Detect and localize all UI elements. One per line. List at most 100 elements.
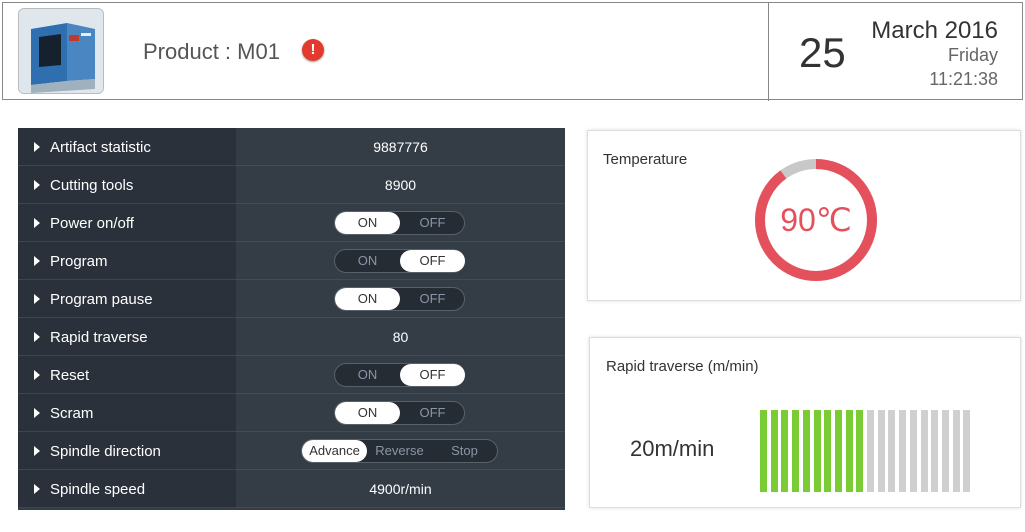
meter-segment [867,410,874,492]
row-value-cell: Advance Reverse Stop [236,432,565,470]
row-value-cell: 4900r/min [236,470,565,508]
row-value-cell: 8900 [236,166,565,204]
row-value-cell: ON OFF [236,280,565,318]
option-on[interactable]: ON [335,364,400,386]
product-title: Product : M01 [143,39,280,64]
date-weekday: Friday [947,45,998,65]
meter-segment [963,410,971,492]
row-value-cell: 80 [236,318,565,356]
meter-segment [792,410,800,492]
option-on[interactable]: ON [335,250,400,272]
meter-segment [899,410,907,492]
alert-icon[interactable]: ! [302,39,324,61]
meter-segment [909,410,917,492]
on-off-toggle[interactable]: ON OFF [334,287,465,311]
header-bar: Product : M01 ! 25 March 2016 Friday 11:… [2,2,1023,101]
option-reverse[interactable]: Reverse [367,440,432,462]
expand-arrow-icon [34,370,40,380]
control-row: Spindle direction Advance Reverse Stop [18,432,565,470]
meter-segment [802,410,810,492]
temperature-card: Temperature 90℃ [587,130,1021,301]
control-row: Scram ON OFF [18,394,565,432]
row-label: Spindle direction [50,443,161,460]
meter-segment [770,410,778,492]
control-row: Artifact statistic 9887776 [18,128,565,166]
option-off[interactable]: OFF [400,250,465,272]
expand-arrow-icon [34,218,40,228]
row-label: Scram [50,405,94,422]
machine-control-panel: Artifact statistic 9887776 Cutting tools 89… [18,128,565,510]
expand-arrow-icon [34,332,40,342]
option-off[interactable]: OFF [400,288,465,310]
meter-segment [877,410,885,492]
row-label: Program pause [50,291,153,308]
expand-arrow-icon [34,408,40,418]
meter-segment [888,410,896,492]
rapid-traverse-title: Rapid traverse (m/min) [606,358,759,375]
on-off-toggle[interactable]: ON OFF [334,249,465,273]
row-label-cell[interactable]: Scram [18,394,236,432]
date-day: 25 [799,29,846,76]
row-label-cell[interactable]: Rapid traverse [18,318,236,356]
direction-segmented-control[interactable]: Advance Reverse Stop [301,439,498,463]
row-label-cell[interactable]: Spindle speed [18,470,236,508]
meter-segment [931,410,939,492]
row-value-cell: ON OFF [236,204,565,242]
date-month-year: March 2016 [871,17,998,44]
control-row: Power on/off ON OFF [18,204,565,242]
meter-segment [920,410,928,492]
row-label: Program [50,253,108,270]
expand-arrow-icon [34,142,40,152]
rapid-traverse-value: 20m/min [630,436,715,461]
row-label: Reset [50,367,90,384]
row-value-cell: ON OFF [236,242,565,280]
row-label-cell[interactable]: Program pause [18,280,236,318]
row-label-cell[interactable]: Power on/off [18,204,236,242]
row-label: Power on/off [50,215,134,232]
row-value: 4900r/min [369,481,432,497]
meter-segment [813,410,821,492]
row-label: Spindle speed [50,481,146,498]
control-row: Spindle speed 4900r/min [18,470,565,508]
clock-time: 11:21:38 [929,69,998,89]
meter-segment [941,410,949,492]
on-off-toggle[interactable]: ON OFF [334,363,465,387]
control-row: Reset ON OFF [18,356,565,394]
meter-segment [781,410,789,492]
row-value-cell: ON OFF [236,394,565,432]
row-label-cell[interactable]: Artifact statistic [18,128,236,166]
header-divider [768,3,769,101]
option-off[interactable]: OFF [400,402,465,424]
meter-segment [856,410,864,492]
option-on[interactable]: ON [335,402,400,424]
expand-arrow-icon [34,446,40,456]
meter-segment [824,410,832,492]
row-value-cell: 9887776 [236,128,565,166]
row-label-cell[interactable]: Cutting tools [18,166,236,204]
on-off-toggle[interactable]: ON OFF [334,401,465,425]
row-label: Artifact statistic [50,139,151,156]
expand-arrow-icon [34,256,40,266]
row-label: Cutting tools [50,177,134,194]
row-label-cell[interactable]: Reset [18,356,236,394]
row-label-cell[interactable]: Spindle direction [18,432,236,470]
on-off-toggle[interactable]: ON OFF [334,211,465,235]
temperature-title: Temperature [603,151,688,168]
meter-segment [952,410,960,492]
machine-thumbnail [18,8,104,94]
option-on[interactable]: ON [335,212,400,234]
row-value-cell: ON OFF [236,356,565,394]
meter-segment [760,410,767,492]
option-on[interactable]: ON [335,288,400,310]
option-advance[interactable]: Advance [302,440,367,462]
row-value: 8900 [384,177,417,193]
option-off[interactable]: OFF [400,364,465,386]
option-off[interactable]: OFF [400,212,465,234]
row-label-cell[interactable]: Program [18,242,236,280]
temperature-value: 90℃ [780,202,852,238]
control-row: Cutting tools 8900 [18,166,565,204]
expand-arrow-icon [34,180,40,190]
option-stop[interactable]: Stop [432,440,497,462]
control-row: Rapid traverse 80 [18,318,565,356]
control-row: Program pause ON OFF [18,280,565,318]
